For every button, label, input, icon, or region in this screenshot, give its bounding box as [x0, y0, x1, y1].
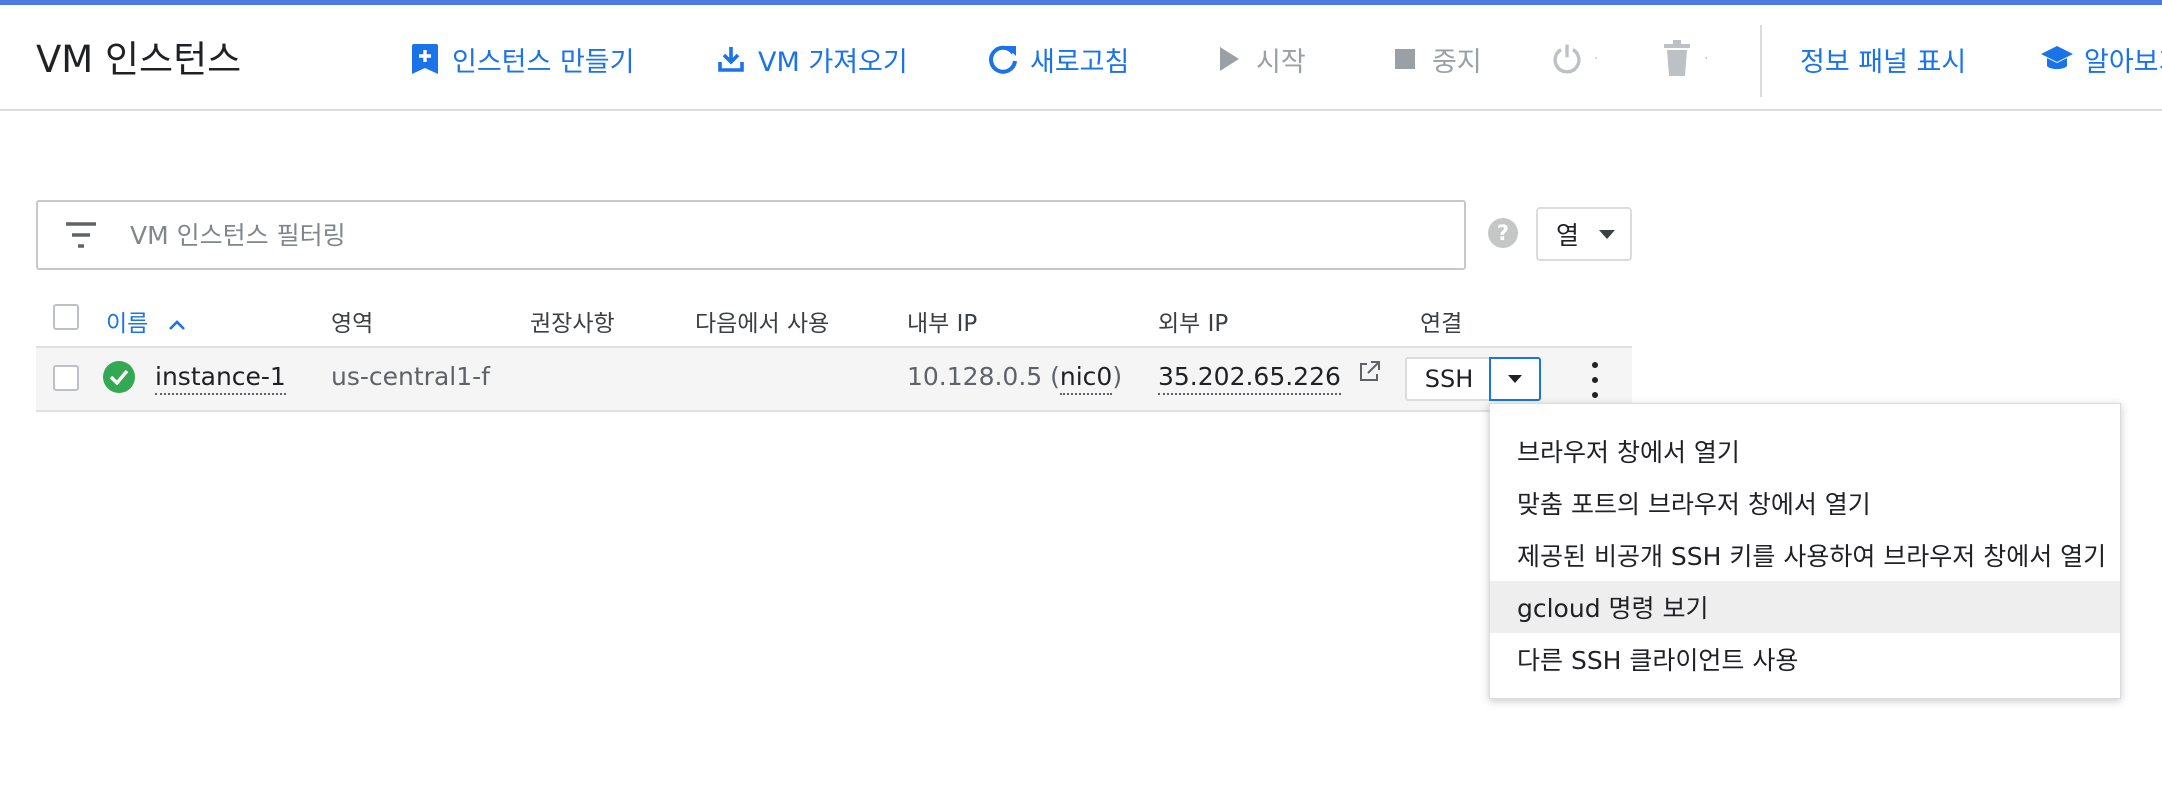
show-info-panel-label: 정보 패널 표시: [1800, 46, 1967, 78]
menu-item-open-custom-port[interactable]: 맞춤 포트의 브라우저 창에서 열기: [1490, 477, 2120, 529]
column-header-external-ip[interactable]: 외부 IP: [1158, 304, 1228, 338]
power-icon: [1550, 42, 1584, 76]
open-in-new-icon: [1359, 361, 1380, 381]
ssh-button[interactable]: SSH: [1405, 357, 1491, 401]
stop-icon: [1388, 42, 1422, 76]
page-header: VM 인스턴스 인스턴스 만들기 VM 가져오기 새로고침 시작 중지 · · …: [0, 5, 2162, 111]
import-vm-label: VM 가져오기: [758, 46, 908, 78]
status-running-icon: [103, 361, 135, 393]
row-checkbox[interactable]: [53, 365, 79, 391]
start-button[interactable]: 시작: [1212, 39, 1306, 79]
nic-link[interactable]: nic0: [1059, 362, 1113, 395]
menu-item-open-with-private-key[interactable]: 제공된 비공개 SSH 키를 사용하여 브라우저 창에서 열기: [1490, 529, 2120, 581]
ssh-options-menu: 브라우저 창에서 열기 맞춤 포트의 브라우저 창에서 열기 제공된 비공개 S…: [1489, 403, 2121, 699]
column-header-zone[interactable]: 영역: [331, 304, 373, 338]
add-box-icon: [408, 42, 442, 76]
refresh-label: 새로고침: [1030, 46, 1130, 78]
refresh-button[interactable]: 새로고침: [986, 39, 1129, 79]
filter-bar[interactable]: [36, 200, 1466, 270]
column-header-connect: 연결: [1420, 311, 1463, 337]
reset-button[interactable]: ·: [1550, 39, 1598, 79]
learn-button[interactable]: 알아보기: [2040, 39, 2162, 79]
toolbar-divider: [1760, 25, 1762, 97]
select-all-checkbox[interactable]: [53, 304, 79, 330]
instance-name: instance-1: [155, 362, 286, 395]
internal-ip-suffix: ): [1112, 362, 1123, 391]
menu-item-view-gcloud-command[interactable]: gcloud 명령 보기: [1490, 581, 2120, 633]
start-label: 시작: [1256, 46, 1306, 78]
stop-label: 중지: [1432, 46, 1482, 78]
external-ip-value: 35.202.65.226: [1158, 362, 1341, 395]
show-info-panel-button[interactable]: 정보 패널 표시: [1800, 39, 1966, 79]
instance-internal-ip: 10.128.0.5 (nic0): [907, 362, 1123, 395]
play-icon: [1212, 42, 1246, 76]
caret-down-icon: [1508, 375, 1522, 383]
create-instance-label: 인스턴스 만들기: [452, 46, 635, 78]
school-icon: [2040, 42, 2074, 76]
refresh-icon: [986, 42, 1020, 76]
columns-label: 열: [1556, 221, 1580, 250]
ssh-dropdown-toggle[interactable]: [1489, 357, 1541, 401]
column-header-name-label: 이름: [106, 311, 149, 337]
external-ip-link[interactable]: 35.202.65.226: [1158, 361, 1381, 395]
menu-item-open-in-browser[interactable]: 브라우저 창에서 열기: [1490, 425, 2120, 477]
sort-ascending-icon: [168, 319, 185, 330]
import-vm-button[interactable]: VM 가져오기: [714, 39, 908, 79]
stop-button[interactable]: 중지: [1388, 39, 1482, 79]
column-header-in-use-by[interactable]: 다음에서 사용: [695, 304, 829, 338]
filter-list-icon: [64, 220, 98, 250]
column-header-recommendation[interactable]: 권장사항: [530, 304, 615, 338]
create-instance-button[interactable]: 인스턴스 만들기: [408, 39, 634, 79]
instance-zone: us-central1-f: [331, 362, 490, 391]
menu-item-other-ssh-client[interactable]: 다른 SSH 클라이언트 사용: [1490, 633, 2120, 685]
column-header-name[interactable]: 이름: [106, 304, 186, 338]
column-header-internal-ip[interactable]: 내부 IP: [907, 304, 977, 338]
delete-button[interactable]: ·: [1660, 39, 1708, 79]
chevron-down-icon: [1599, 229, 1616, 239]
reset-dot: ·: [1594, 51, 1599, 67]
internal-ip-value: 10.128.0.5 (: [907, 362, 1060, 391]
ssh-button-label: SSH: [1424, 365, 1474, 393]
learn-label: 알아보기: [2084, 46, 2162, 78]
trash-icon: [1660, 40, 1694, 76]
download-icon: [714, 42, 748, 76]
instance-name-link[interactable]: instance-1: [155, 362, 286, 395]
filter-input[interactable]: [130, 212, 1430, 258]
delete-dot: ·: [1704, 51, 1709, 67]
help-icon[interactable]: ?: [1488, 218, 1518, 248]
more-vert-icon[interactable]: [1580, 362, 1610, 398]
page-title: VM 인스턴스: [36, 38, 242, 81]
columns-button[interactable]: 열: [1536, 207, 1632, 261]
